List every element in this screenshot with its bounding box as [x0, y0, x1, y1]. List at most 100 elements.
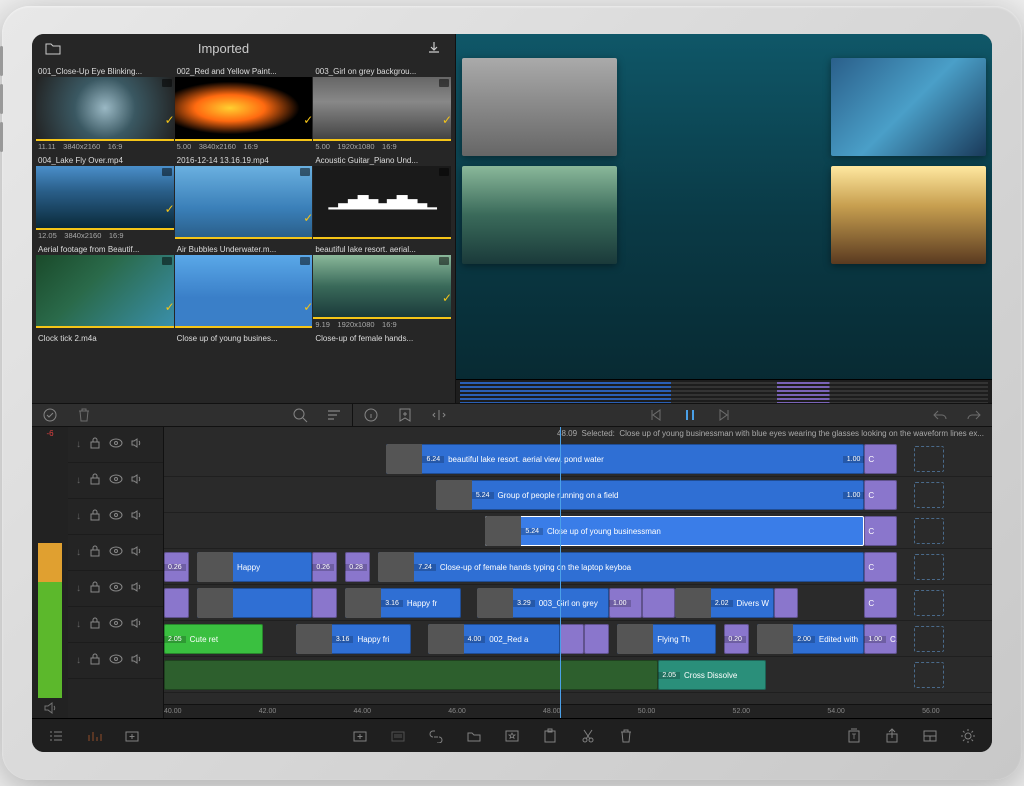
- undo-icon[interactable]: [930, 405, 950, 425]
- mute-icon[interactable]: [131, 473, 143, 488]
- clip-card[interactable]: 002_Red and Yellow Paint...✓5.00 3840x21…: [175, 64, 313, 152]
- timeline-clip[interactable]: 6.24beautiful lake resort. aerial view. …: [386, 444, 864, 474]
- append-slot[interactable]: [914, 518, 944, 544]
- collapse-icon[interactable]: ↓: [76, 439, 81, 450]
- timeline-clip[interactable]: 5.24Group of people running on a field1.…: [436, 480, 864, 510]
- timeline-clip[interactable]: 1.00: [609, 588, 642, 618]
- append-slot[interactable]: [914, 626, 944, 652]
- timeline-clip[interactable]: 4.00002_Red a: [428, 624, 560, 654]
- timeline-clip[interactable]: C: [864, 588, 897, 618]
- timeline-clip[interactable]: Flying Th: [617, 624, 716, 654]
- append-slot[interactable]: [914, 554, 944, 580]
- visibility-icon[interactable]: [109, 582, 123, 595]
- layout-icon[interactable]: [920, 726, 940, 746]
- timeline-clip[interactable]: 5.24Close up of young businessman: [485, 516, 864, 546]
- timeline-clip[interactable]: [560, 624, 585, 654]
- timeline-clip[interactable]: 3.16Happy fr: [345, 588, 460, 618]
- mute-icon[interactable]: [131, 617, 143, 632]
- append-slot[interactable]: [914, 446, 944, 472]
- append-slot[interactable]: [914, 482, 944, 508]
- collapse-icon[interactable]: ↓: [76, 547, 81, 558]
- speaker-icon[interactable]: [34, 700, 66, 716]
- view-levels-icon[interactable]: [84, 726, 104, 746]
- lock-icon[interactable]: [89, 652, 101, 669]
- visibility-icon[interactable]: [109, 510, 123, 523]
- timeline-clip[interactable]: [312, 588, 337, 618]
- mute-icon[interactable]: [131, 581, 143, 596]
- timeline-clip[interactable]: 3.29003_Girl on grey: [477, 588, 609, 618]
- pause-icon[interactable]: [680, 405, 700, 425]
- overwrite-clip-icon[interactable]: [388, 726, 408, 746]
- visibility-icon[interactable]: [109, 546, 123, 559]
- collapse-icon[interactable]: ↓: [76, 655, 81, 666]
- add-text-icon[interactable]: [844, 726, 864, 746]
- timeline-clip[interactable]: 0.28: [345, 552, 370, 582]
- share-icon[interactable]: [882, 726, 902, 746]
- timeline-clip[interactable]: 0.26: [164, 552, 189, 582]
- timeline-clip[interactable]: 3.16Happy fri: [296, 624, 411, 654]
- clip-card[interactable]: 001_Close-Up Eye Blinking...✓11.11 3840x…: [36, 64, 174, 152]
- lock-icon[interactable]: [89, 436, 101, 453]
- timeline-clip[interactable]: Happy: [197, 552, 312, 582]
- timeline-clip[interactable]: 2.05Cross Dissolve: [658, 660, 765, 690]
- timeline-clip[interactable]: [164, 588, 189, 618]
- add-track-icon[interactable]: [122, 726, 142, 746]
- cut-icon[interactable]: [578, 726, 598, 746]
- import-icon[interactable]: [425, 39, 443, 57]
- clip-card[interactable]: Clock tick 2.m4a: [36, 331, 174, 347]
- folder-open-icon[interactable]: [464, 726, 484, 746]
- timeline-clip[interactable]: [197, 588, 312, 618]
- timeline-clip[interactable]: C: [864, 516, 897, 546]
- clip-card[interactable]: Air Bubbles Underwater.m...✓: [175, 242, 313, 330]
- mute-icon[interactable]: [131, 545, 143, 560]
- go-end-icon[interactable]: [714, 405, 734, 425]
- trash-icon[interactable]: [74, 405, 94, 425]
- timeline-clip[interactable]: [642, 588, 675, 618]
- collapse-icon[interactable]: ↓: [76, 583, 81, 594]
- clip-card[interactable]: 2016-12-14 13.16.19.mp4✓: [175, 153, 313, 241]
- timeline-clip[interactable]: 7.24Close-up of female hands typing on t…: [378, 552, 864, 582]
- visibility-icon[interactable]: [109, 474, 123, 487]
- search-icon[interactable]: [290, 405, 310, 425]
- clip-card[interactable]: Acoustic Guitar_Piano Und...▁▃▅▇▅▃▅▇▅▃▁: [313, 153, 451, 241]
- clip-card[interactable]: Close-up of female hands...: [313, 331, 451, 347]
- timeline-clip[interactable]: 2.05Cute ret: [164, 624, 263, 654]
- favorite-icon[interactable]: [502, 726, 522, 746]
- preview-mini-timeline[interactable]: [456, 379, 992, 403]
- approve-icon[interactable]: [40, 405, 60, 425]
- preview-monitor[interactable]: [456, 34, 992, 403]
- collapse-icon[interactable]: ↓: [76, 619, 81, 630]
- delete-icon[interactable]: [616, 726, 636, 746]
- append-slot[interactable]: [914, 662, 944, 688]
- timeline-clip[interactable]: [164, 660, 658, 690]
- timeline-clip[interactable]: C: [864, 444, 897, 474]
- timeline-clip[interactable]: [774, 588, 799, 618]
- settings-icon[interactable]: [958, 726, 978, 746]
- split-view-icon[interactable]: [429, 405, 449, 425]
- timeline[interactable]: 48.09 Selected: Close up of young busine…: [164, 427, 992, 718]
- timeline-clip[interactable]: C: [864, 480, 897, 510]
- clip-card[interactable]: beautiful lake resort. aerial...✓9.19 19…: [313, 242, 451, 330]
- lock-icon[interactable]: [89, 508, 101, 525]
- timeline-clip[interactable]: 2.00Edited with: [757, 624, 864, 654]
- timeline-clip[interactable]: 0.20: [724, 624, 749, 654]
- mute-icon[interactable]: [131, 509, 143, 524]
- lock-icon[interactable]: [89, 544, 101, 561]
- timeline-clip[interactable]: 0.26: [312, 552, 337, 582]
- timeline-clip[interactable]: 2.02Divers W: [675, 588, 774, 618]
- clip-card[interactable]: Aerial footage from Beautif...✓: [36, 242, 174, 330]
- sort-icon[interactable]: [324, 405, 344, 425]
- clip-card[interactable]: 004_Lake Fly Over.mp4✓12.05 3840x2160 16…: [36, 153, 174, 241]
- collapse-icon[interactable]: ↓: [76, 475, 81, 486]
- collapse-icon[interactable]: ↓: [76, 511, 81, 522]
- add-marker-icon[interactable]: [395, 405, 415, 425]
- time-ruler[interactable]: 40.0042.0044.0046.0048.0050.0052.0054.00…: [164, 704, 992, 718]
- clipboard-icon[interactable]: [540, 726, 560, 746]
- visibility-icon[interactable]: [109, 618, 123, 631]
- lock-icon[interactable]: [89, 580, 101, 597]
- mute-icon[interactable]: [131, 437, 143, 452]
- go-start-icon[interactable]: [646, 405, 666, 425]
- playhead[interactable]: [560, 427, 561, 718]
- redo-icon[interactable]: [964, 405, 984, 425]
- link-icon[interactable]: [426, 726, 446, 746]
